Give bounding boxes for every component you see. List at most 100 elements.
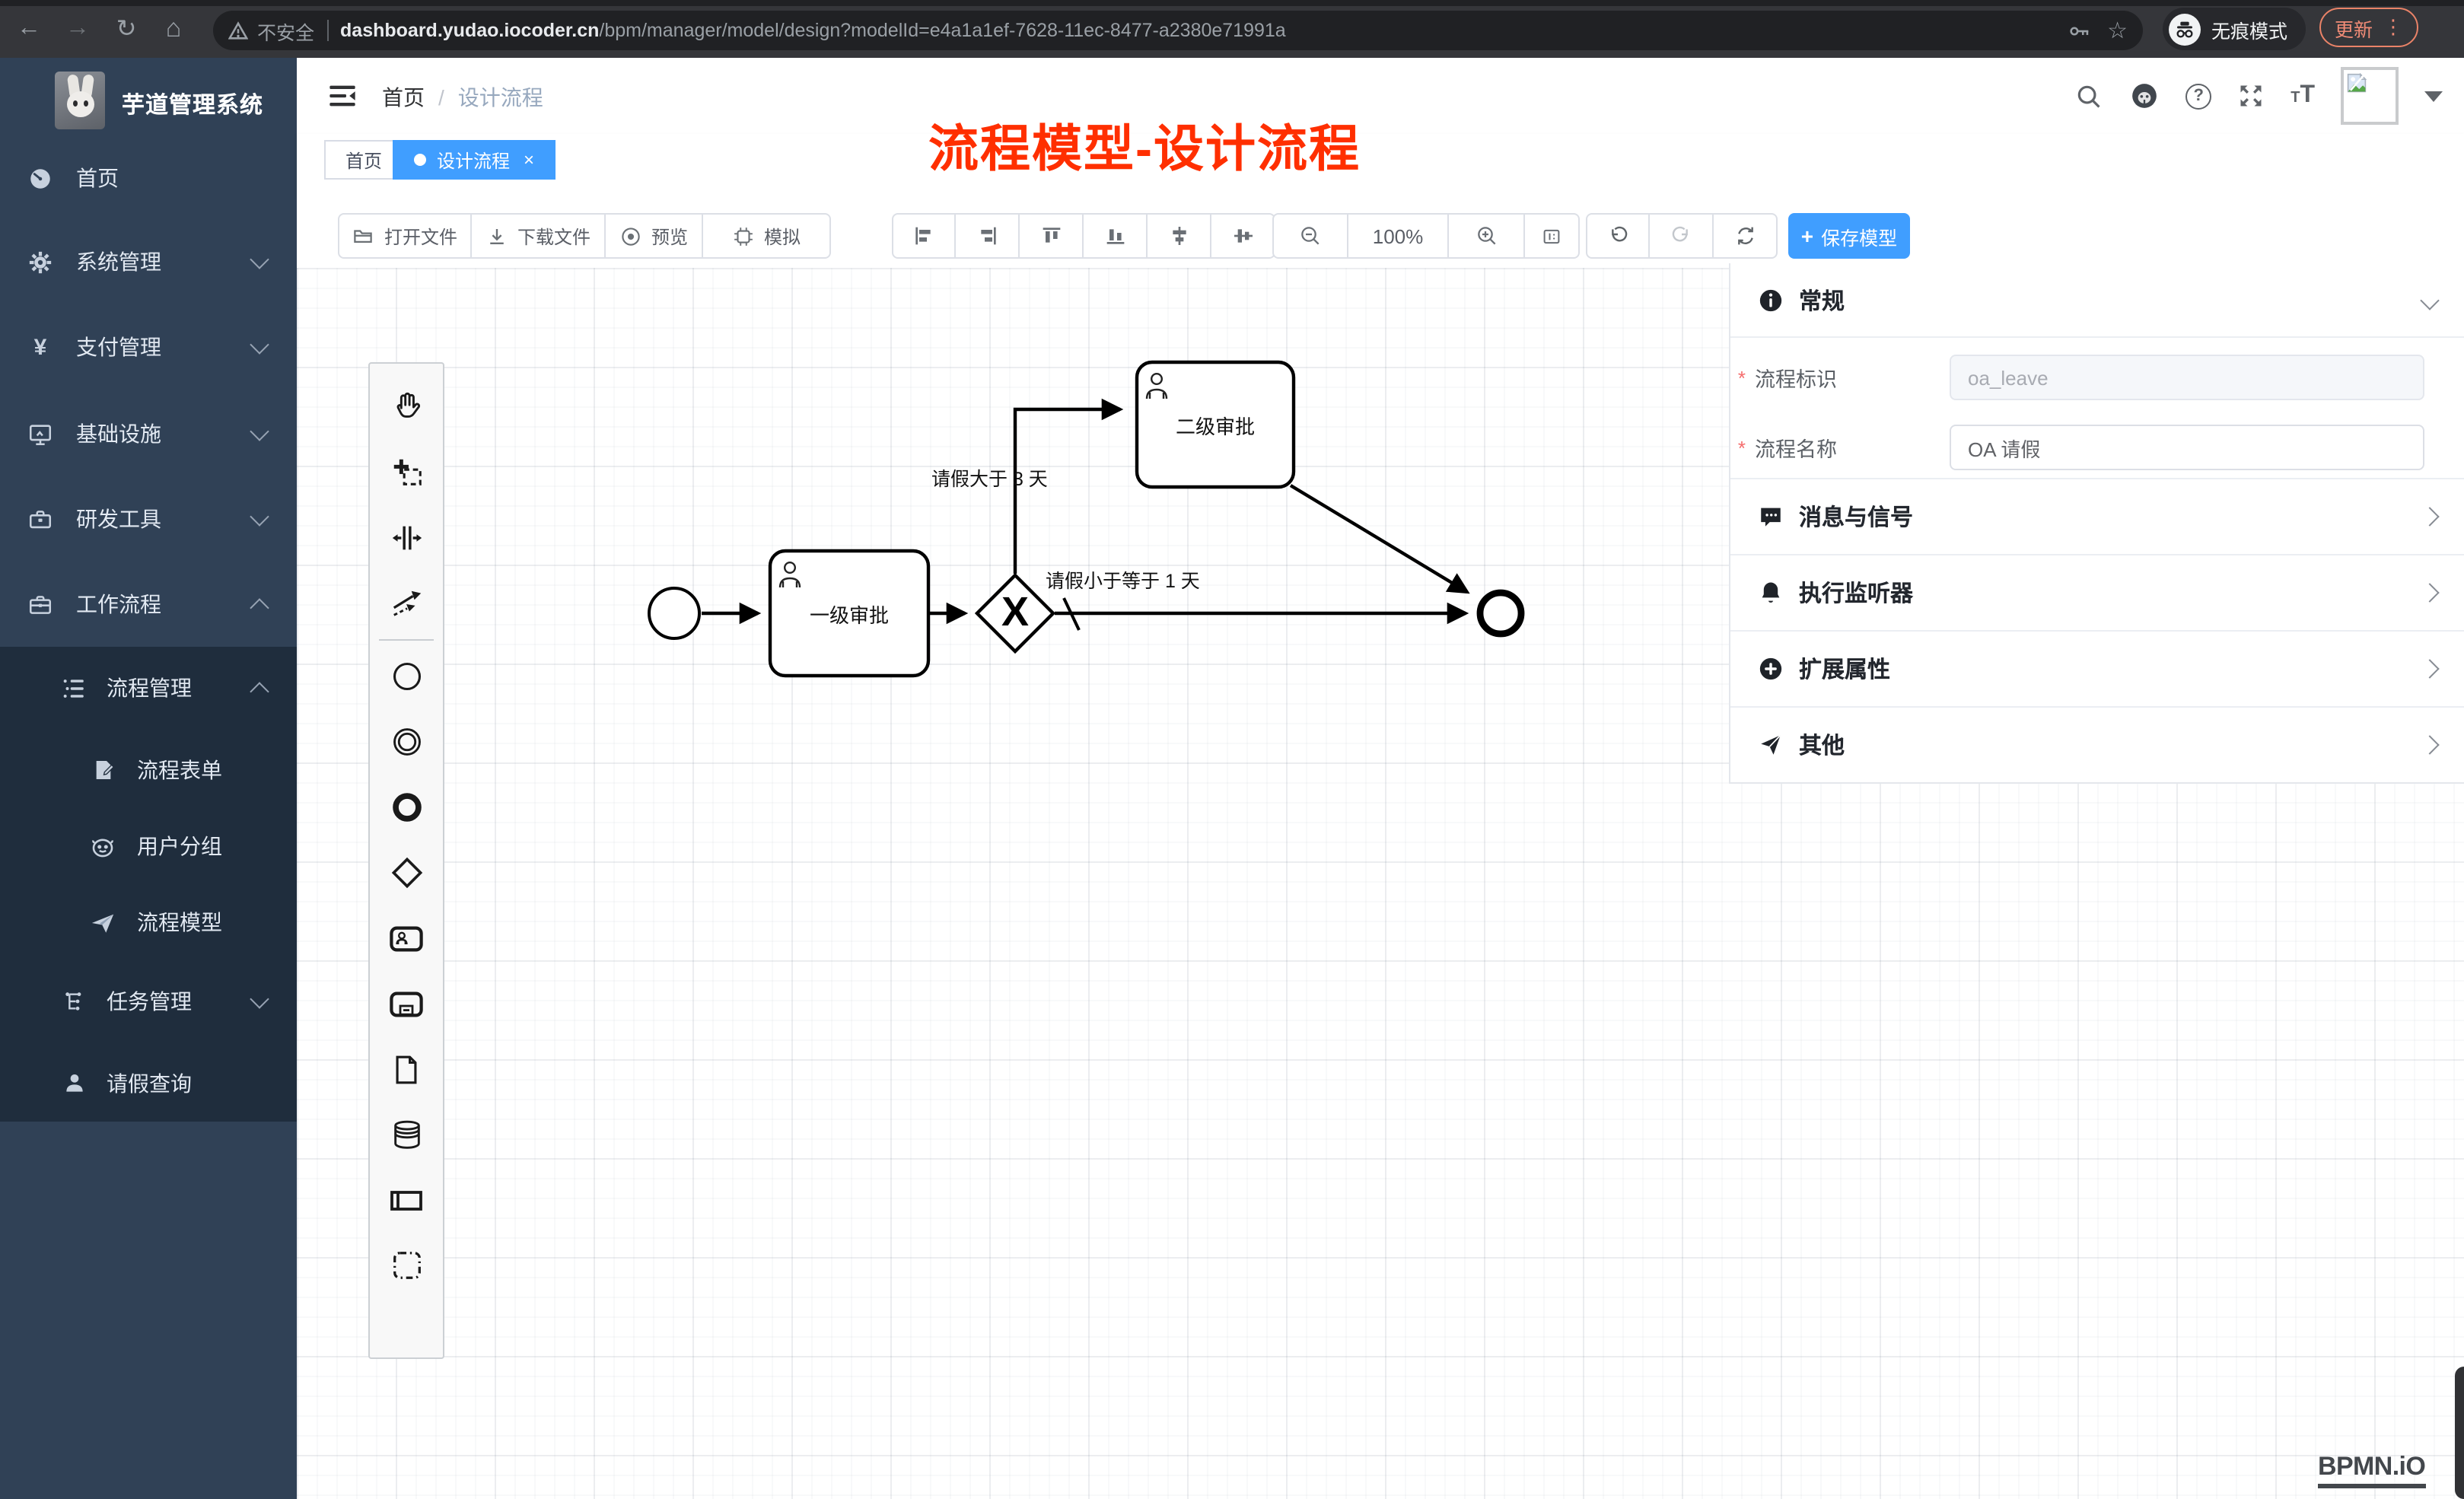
field-label: 流程名称	[1755, 432, 1950, 463]
flow-label-less-equal-1-day[interactable]: 请假小于等于 1 天	[1046, 565, 1200, 594]
fullscreen-icon[interactable]	[2237, 82, 2265, 110]
sidebar-item-label: 系统管理	[76, 247, 161, 277]
avatar-caret-icon[interactable]	[2424, 91, 2443, 101]
sidebar-item-label: 工作流程	[76, 589, 161, 619]
section-execution-listener[interactable]: 执行监听器	[1730, 554, 2464, 630]
section-title: 消息与信号	[1799, 501, 1913, 533]
field-label: 流程标识	[1755, 362, 1950, 393]
toolbox-icon	[27, 506, 53, 532]
update-label: 更新	[2335, 13, 2373, 42]
app-logo-row[interactable]: 芋道管理系统	[0, 67, 297, 137]
github-icon[interactable]	[2129, 81, 2160, 111]
screenshot-root: ← → ↻ ⌂ 不安全 dashboard.yudao.iocoder.cn/b…	[0, 0, 2464, 1499]
bookmark-star-icon[interactable]: ☆	[2107, 17, 2128, 44]
send-icon	[1758, 732, 1784, 758]
address-bar[interactable]: 不安全 dashboard.yudao.iocoder.cn/bpm/manag…	[213, 11, 2143, 50]
sidebar-item-system[interactable]: 系统管理	[0, 228, 297, 295]
tree-icon	[61, 988, 87, 1014]
chevron-down-icon	[250, 506, 269, 525]
search-icon[interactable]	[2074, 81, 2103, 110]
app-header: 首页 / 设计流程 ? TT	[297, 58, 2464, 135]
close-icon[interactable]: ×	[524, 149, 534, 170]
bpmn-io-watermark[interactable]: BPMN.iO	[2318, 1452, 2425, 1488]
sidebar-item-infrastructure[interactable]: 基础设施	[0, 400, 297, 467]
sidebar-item-workflow[interactable]: 工作流程	[0, 571, 297, 638]
gateway-x-marker[interactable]: X	[980, 577, 1050, 647]
browser-update-button[interactable]: 更新 ⋮	[2319, 8, 2418, 47]
side-handle[interactable]	[2455, 1367, 2464, 1499]
section-title: 其他	[1799, 729, 1845, 761]
font-size-icon[interactable]: TT	[2291, 82, 2315, 110]
sidebar-item-user-group[interactable]: 用户分组	[0, 813, 297, 880]
collapse-menu-icon[interactable]	[327, 81, 358, 111]
breadcrumb: 首页 / 设计流程	[382, 82, 543, 113]
chevron-right-icon	[2420, 583, 2439, 602]
sidebar-item-label: 流程模型	[137, 907, 222, 937]
dashboard-icon	[27, 165, 53, 191]
sidebar-item-process-form[interactable]: 流程表单	[0, 737, 297, 804]
url-path: /bpm/manager/model/design?modelId=e4a1a1…	[599, 20, 1285, 41]
sidebar-item-label: 流程管理	[107, 673, 192, 703]
section-general[interactable]: 常规	[1730, 263, 2464, 336]
section-extended-attributes[interactable]: 扩展属性	[1730, 630, 2464, 706]
sidebar-item-devtools[interactable]: 研发工具	[0, 485, 297, 552]
sidebar-item-label: 用户分组	[137, 831, 222, 861]
section-title: 常规	[1799, 284, 1845, 316]
browser-back-icon[interactable]: ←	[12, 12, 46, 46]
tab-label: 设计流程	[437, 147, 510, 173]
document-edit-icon	[90, 757, 116, 783]
list-icon	[61, 675, 87, 701]
sidebar-item-task-management[interactable]: 任务管理	[0, 968, 297, 1035]
process-name-input[interactable]	[1950, 425, 2424, 470]
sidebar-item-label: 支付管理	[76, 332, 161, 362]
monitor-icon	[27, 421, 53, 447]
start-event[interactable]	[649, 588, 699, 638]
sidebar-item-home[interactable]: 首页	[0, 145, 297, 212]
browser-forward-icon[interactable]: →	[61, 12, 94, 46]
breadcrumb-home[interactable]: 首页	[382, 82, 425, 113]
app-title: 芋道管理系统	[122, 88, 263, 120]
sidebar-item-payment[interactable]: ¥ 支付管理	[0, 313, 297, 380]
warning-icon	[228, 21, 248, 40]
browser-reload-icon[interactable]: ↻	[110, 12, 143, 46]
browser-menu-icon[interactable]: ⋮	[2383, 15, 2403, 40]
form-row-process-name: * 流程名称	[1730, 423, 2464, 472]
tab-home[interactable]: 首页	[324, 140, 403, 180]
app-logo	[55, 72, 105, 129]
security-label: 不安全	[257, 16, 314, 45]
task2-label[interactable]: 二级审批	[1137, 362, 1294, 487]
sidebar-item-process-model[interactable]: 流程模型	[0, 889, 297, 956]
urlbar-divider	[326, 20, 328, 41]
sidebar-item-label: 流程表单	[137, 755, 222, 785]
sidebar-item-leave-query[interactable]: 请假查询	[0, 1050, 297, 1117]
plus-circle-icon	[1758, 656, 1784, 682]
sidebar-item-label: 首页	[76, 163, 119, 193]
flow-label-greater-3-days[interactable]: 请假大于 3 天	[931, 463, 1048, 492]
sidebar-item-label: 基础设施	[76, 419, 161, 449]
tab-label: 首页	[345, 147, 382, 173]
help-icon[interactable]: ?	[2185, 83, 2211, 109]
browser-home-icon[interactable]: ⌂	[157, 12, 190, 46]
process-key-input[interactable]	[1950, 355, 2424, 400]
message-icon	[1758, 504, 1784, 530]
tab-design-process[interactable]: 设计流程 ×	[393, 140, 556, 180]
sidebar-item-process-management[interactable]: 流程管理	[0, 654, 297, 721]
flow-task2-to-end[interactable]	[1291, 485, 1467, 592]
browser-chrome: ← → ↻ ⌂ 不安全 dashboard.yudao.iocoder.cn/b…	[0, 0, 2464, 58]
task1-label[interactable]: 一级审批	[770, 551, 928, 676]
end-event[interactable]	[1480, 593, 1521, 634]
chevron-down-icon	[250, 421, 269, 440]
avatar[interactable]	[2341, 67, 2399, 125]
bpmn-canvas[interactable]: 打开文件 下载文件 预览 模拟	[297, 195, 2464, 1499]
required-marker: *	[1730, 436, 1746, 459]
section-title: 扩展属性	[1799, 653, 1890, 685]
flow-gateway-to-task2[interactable]	[1015, 409, 1120, 574]
section-other[interactable]: 其他	[1730, 706, 2464, 782]
section-message-signal[interactable]: 消息与信号	[1730, 478, 2464, 554]
bell-icon	[1758, 580, 1784, 606]
key-icon[interactable]	[2066, 18, 2092, 43]
page-annotation-title: 流程模型-设计流程	[928, 108, 1361, 181]
chevron-up-icon	[250, 597, 269, 616]
chevron-down-icon	[250, 988, 269, 1007]
sidebar-item-label: 请假查询	[107, 1068, 192, 1099]
